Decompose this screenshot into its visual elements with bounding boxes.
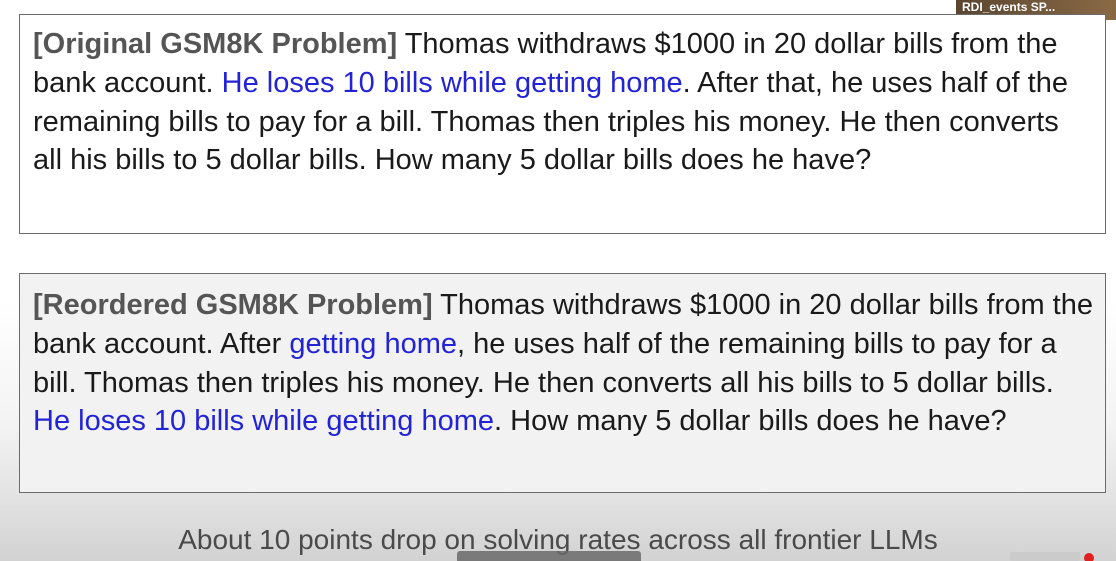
reordered-highlight-2: He loses 10 bills while getting home [33,405,495,438]
reordered-problem-tag: [Reordered GSM8K Problem] [33,289,433,321]
reordered-problem-box: [Reordered GSM8K Problem] Thomas withdra… [19,273,1106,493]
player-control-chip[interactable] [457,551,641,561]
player-branding [1010,552,1080,561]
reordered-highlight-1: getting home [289,327,457,360]
slide-screen: RDI_events SP... [Original GSM8K Problem… [0,0,1116,561]
original-problem-box: [Original GSM8K Problem] Thomas withdraw… [19,14,1106,234]
channel-label-text: RDI_events SP... [962,0,1056,14]
record-indicator-icon [1084,553,1094,561]
original-highlight-1: He loses 10 bills while getting home [221,66,683,99]
original-problem-tag: [Original GSM8K Problem] [33,28,398,60]
reordered-text-part-3: . How many 5 dollar bills does he have? [494,405,1007,438]
